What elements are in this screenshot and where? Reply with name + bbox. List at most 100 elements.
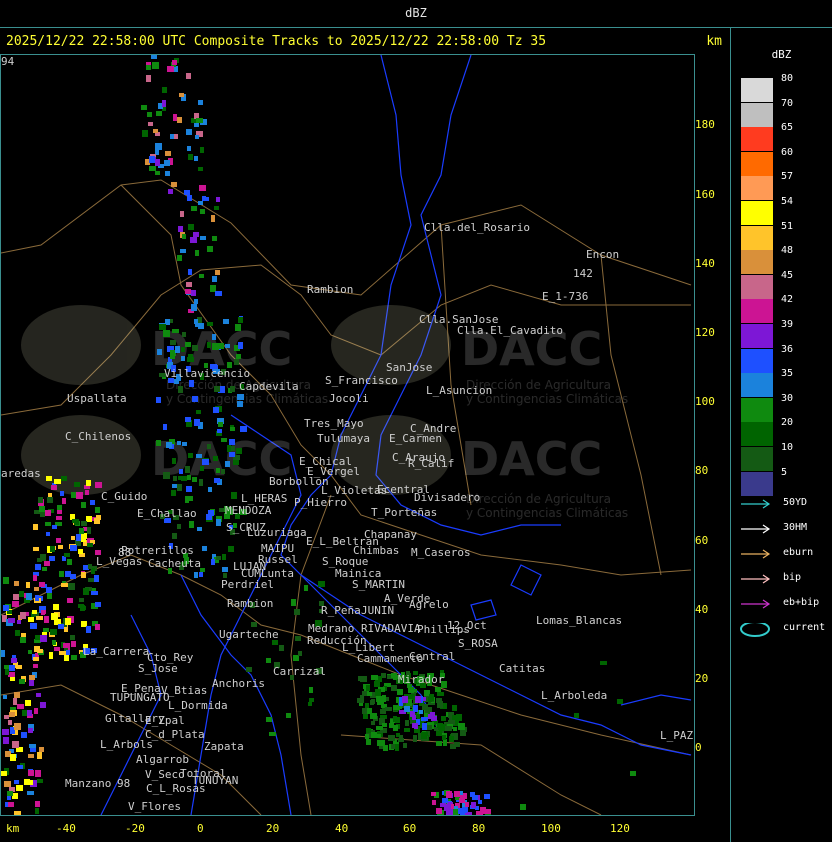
echo-cell bbox=[437, 701, 443, 708]
echo-cell bbox=[79, 598, 84, 602]
echo-cell bbox=[200, 466, 204, 471]
echo-cell bbox=[70, 574, 76, 579]
echo-cell bbox=[309, 687, 313, 693]
place-label: V_Flores bbox=[128, 800, 181, 813]
place-label: S_MARTIN bbox=[352, 578, 405, 591]
echo-cell bbox=[78, 604, 84, 608]
echo-cell bbox=[200, 147, 204, 153]
place-label: L_Asuncion bbox=[426, 384, 493, 397]
echo-cell bbox=[377, 740, 384, 746]
legend-swatch bbox=[741, 422, 773, 447]
echo-cell bbox=[211, 215, 215, 222]
echo-cell bbox=[95, 482, 102, 488]
echo-cell bbox=[458, 808, 462, 814]
echo-cell bbox=[404, 728, 410, 732]
echo-cell bbox=[59, 651, 66, 655]
place-label: E_1-736 bbox=[542, 290, 589, 303]
echo-cell bbox=[173, 476, 177, 481]
echo-cell bbox=[208, 487, 212, 492]
place-label: Manzano bbox=[65, 777, 112, 790]
echo-cell bbox=[470, 792, 475, 797]
echo-cell bbox=[180, 211, 184, 217]
echo-cell bbox=[229, 452, 235, 457]
echo-cell bbox=[45, 510, 51, 516]
echo-cell bbox=[1, 650, 5, 657]
place-label: S_ROSA bbox=[458, 637, 498, 650]
place-label: E_Zpal bbox=[145, 714, 185, 727]
echo-cell bbox=[432, 800, 436, 805]
echo-cell bbox=[442, 735, 446, 740]
legend-value: 20 bbox=[781, 417, 794, 429]
radar-map[interactable]: DACC DACC DACC DACC Dirección de Agricul… bbox=[0, 54, 695, 816]
echo-cell bbox=[225, 344, 230, 348]
echo-cell bbox=[371, 675, 378, 680]
x-tick-label: -20 bbox=[125, 822, 145, 835]
echo-cell bbox=[70, 635, 75, 640]
echo-cell bbox=[28, 770, 34, 776]
echo-cell bbox=[231, 492, 237, 499]
echo-cell bbox=[53, 604, 59, 610]
legend-swatch bbox=[741, 471, 773, 496]
echo-cell bbox=[34, 587, 39, 591]
echo-cell bbox=[159, 324, 166, 330]
echo-cell bbox=[229, 439, 235, 445]
echo-cell bbox=[147, 112, 152, 117]
echo-cell bbox=[450, 744, 456, 749]
place-label: C_Guido bbox=[101, 490, 148, 503]
echo-cell bbox=[189, 380, 194, 387]
echo-cell bbox=[202, 196, 206, 201]
echo-cell bbox=[35, 595, 39, 601]
echo-cell bbox=[443, 739, 447, 746]
echo-cell bbox=[436, 741, 442, 746]
echo-cell bbox=[371, 721, 375, 725]
echo-cell bbox=[35, 808, 39, 814]
echo-cell bbox=[76, 492, 83, 499]
x-tick-label: 0 bbox=[197, 822, 204, 835]
echo-cell bbox=[421, 717, 428, 721]
echo-cell bbox=[151, 55, 157, 59]
echo-cell bbox=[88, 564, 92, 569]
echo-cell bbox=[71, 536, 75, 540]
place-label: Perdriel bbox=[221, 578, 274, 591]
echo-cell bbox=[167, 66, 174, 72]
place-label: RIVADAVIA bbox=[361, 622, 421, 635]
echo-cell bbox=[149, 166, 156, 171]
echo-cell bbox=[428, 697, 432, 702]
echo-cell bbox=[182, 332, 186, 337]
legend-value: 39 bbox=[781, 319, 794, 330]
echo-cell bbox=[200, 236, 206, 240]
echo-cell bbox=[188, 496, 193, 501]
legend-value: 42 bbox=[781, 294, 794, 306]
echo-cell bbox=[47, 592, 52, 599]
place-label: L_Dormida bbox=[168, 699, 228, 712]
echo-cell bbox=[78, 549, 83, 554]
echo-cell bbox=[142, 130, 148, 137]
watermark-logo-icon bbox=[21, 415, 141, 495]
echo-cell bbox=[216, 556, 221, 560]
echo-cell bbox=[375, 689, 381, 696]
echo-cell bbox=[156, 111, 162, 116]
echo-cell bbox=[240, 426, 247, 432]
legend-value: 57 bbox=[781, 171, 794, 183]
echo-cell bbox=[414, 723, 418, 729]
echo-cell bbox=[166, 442, 172, 448]
x-tick-label: 100 bbox=[541, 822, 561, 835]
echo-cell bbox=[194, 572, 198, 578]
echo-cell bbox=[214, 478, 220, 483]
echo-cell bbox=[415, 696, 421, 703]
echo-cell bbox=[46, 476, 52, 481]
place-label: S_Jose bbox=[138, 662, 178, 675]
place-label: Jocoli bbox=[329, 392, 369, 405]
legend-swatch bbox=[741, 397, 773, 422]
echo-cell bbox=[177, 524, 181, 529]
echo-cell bbox=[170, 354, 175, 359]
echo-cell bbox=[198, 167, 203, 171]
place-label: 98 bbox=[117, 777, 131, 790]
echo-cell bbox=[27, 791, 34, 795]
legend-swatch bbox=[741, 250, 773, 275]
legend-swatch bbox=[741, 447, 773, 471]
echo-cell bbox=[52, 640, 56, 645]
echo-cell bbox=[184, 190, 190, 195]
echo-cell bbox=[207, 444, 211, 449]
place-label: 88 bbox=[118, 546, 132, 559]
